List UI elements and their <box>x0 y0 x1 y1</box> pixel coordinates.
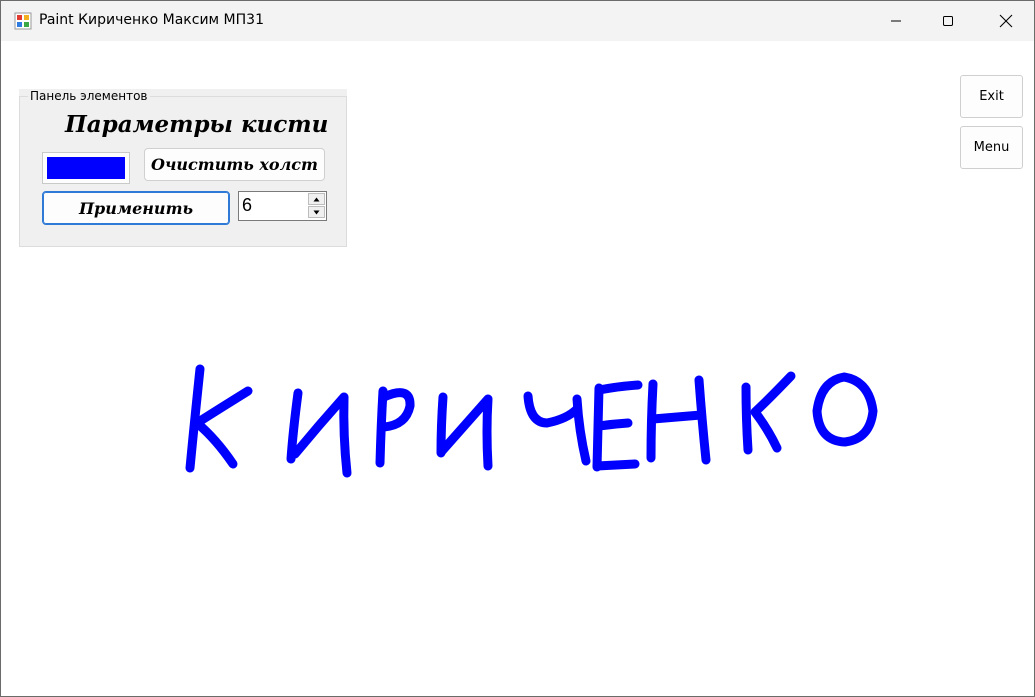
stroke-letter-e <box>594 418 633 431</box>
stroke-letter-e <box>594 380 643 395</box>
app-window: Paint Кириченко Максим МП31 Панель элеме… <box>0 0 1035 697</box>
handwritten-strokes <box>185 364 878 478</box>
minimize-button[interactable] <box>873 1 919 41</box>
stroke-letter-r <box>379 388 415 432</box>
arrow-up-icon <box>313 197 320 201</box>
stroke-letter-o <box>812 372 878 447</box>
window-title: Paint Кириченко Максим МП31 <box>39 12 264 28</box>
stroke-letter-k1 <box>192 386 253 469</box>
panel-legend: Панель элементов <box>28 89 150 104</box>
minimize-icon <box>891 20 901 22</box>
maximize-button[interactable] <box>925 1 971 41</box>
menu-button[interactable]: Menu <box>960 126 1023 169</box>
clear-canvas-button[interactable]: Очистить холст <box>144 148 325 181</box>
stroke-letter-e <box>592 459 640 471</box>
brush-size-value[interactable]: 6 <box>242 195 252 216</box>
client-area: Панель элементов Параметры кисти Очистит… <box>1 41 1034 696</box>
close-icon <box>999 14 1013 28</box>
stroke-letter-n <box>694 375 711 465</box>
apply-button[interactable]: Применить <box>42 191 230 225</box>
maximize-icon <box>943 16 953 26</box>
spin-up-button[interactable] <box>308 193 325 205</box>
stroke-letter-ch <box>523 391 582 428</box>
brush-color-button[interactable] <box>42 152 130 184</box>
elements-panel: Панель элементов Параметры кисти Очистит… <box>19 89 347 247</box>
arrow-down-icon <box>313 210 320 214</box>
stroke-letter-ch <box>572 394 591 466</box>
close-button[interactable] <box>983 1 1029 41</box>
title-bar[interactable]: Paint Кириченко Максим МП31 <box>1 1 1034 41</box>
stroke-letter-n <box>648 410 706 424</box>
brush-color-swatch <box>47 157 125 179</box>
stroke-letter-i2 <box>437 394 493 471</box>
stroke-letter-i1 <box>290 392 352 478</box>
paint-app-icon <box>14 12 32 30</box>
brush-params-title: Параметры кисти <box>65 111 329 138</box>
stroke-letter-k2 <box>750 371 796 453</box>
exit-button[interactable]: Exit <box>960 75 1023 118</box>
brush-size-stepper[interactable]: 6 <box>238 191 327 221</box>
spin-down-button[interactable] <box>308 206 325 218</box>
stroke-letter-k2 <box>741 382 753 455</box>
